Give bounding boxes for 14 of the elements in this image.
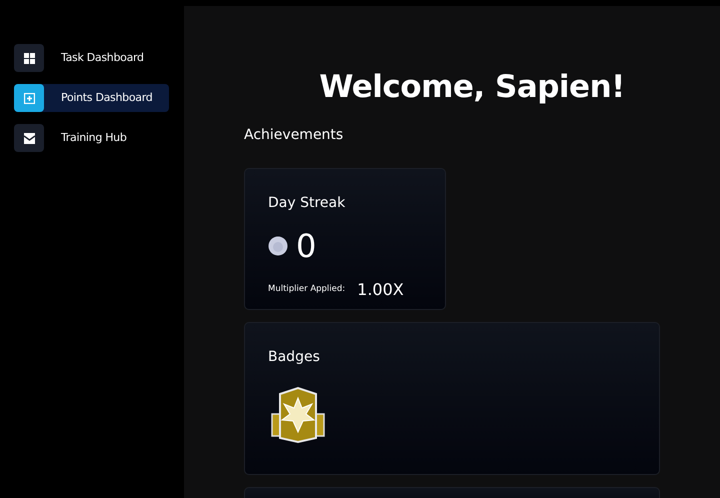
- streak-value: 0: [296, 230, 316, 262]
- card-title: Badges: [268, 348, 321, 366]
- grid-icon: [24, 52, 34, 64]
- envelope-icon: [24, 132, 34, 144]
- page-title: Welcome, Sapien!: [318, 68, 626, 107]
- coin-icon: [268, 236, 288, 256]
- sidebar-item[interactable]: Points Dashboard: [14, 84, 169, 112]
- sidebar-item[interactable]: Training Hub: [14, 124, 169, 152]
- plus-square-icon: [24, 92, 34, 104]
- multiplier-label: Multiplier Applied:: [268, 283, 346, 296]
- multiplier-value: 1.00X: [357, 278, 404, 300]
- section-title: Achievements: [244, 126, 344, 144]
- sidebar-item[interactable]: Task Dashboard: [14, 44, 169, 72]
- card-title: Day Streak: [268, 194, 346, 212]
